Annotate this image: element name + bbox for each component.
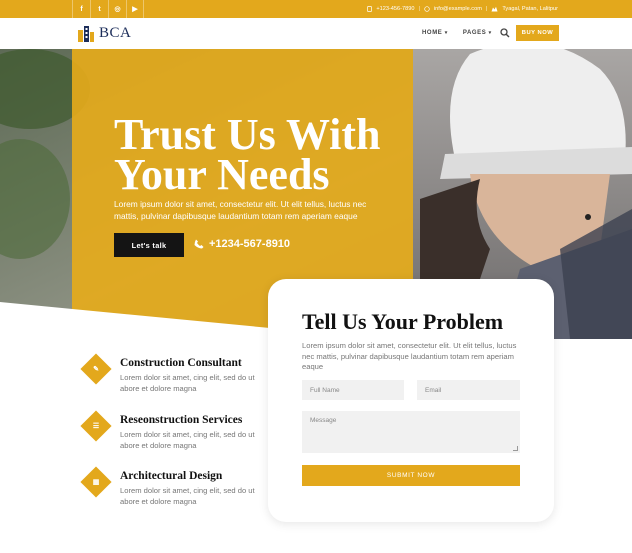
chevron-down-icon: ▾ [444, 30, 448, 36]
building-icon: ▦ [92, 479, 100, 486]
instagram-icon[interactable]: ◎ [108, 0, 126, 18]
logo-building-icon [78, 26, 94, 42]
service-title: Construction Consultant [120, 357, 242, 369]
nav-item-label: PAGES [462, 30, 487, 36]
nav-item-pages[interactable]: PAGES ▾ [463, 30, 492, 36]
form-text: Lorem ipsum dolor sit amet, consectetur … [302, 341, 517, 371]
nav-item-label: HOME [422, 30, 443, 36]
service-item[interactable]: ✎ Construction Consultant Lorem dolor si… [80, 353, 270, 399]
hero-phone[interactable]: +1234-567-8910 [194, 238, 290, 250]
topbar-phone[interactable]: +123-456-7890 [376, 6, 414, 12]
buy-now-button[interactable]: BUY NOW [516, 25, 559, 41]
topbar-email[interactable]: info@example.com [434, 6, 482, 12]
search-icon[interactable] [500, 28, 510, 38]
contact-form-card: Tell Us Your Problem Lorem ipsum dolor s… [268, 279, 554, 522]
email-input[interactable]: Email [417, 380, 520, 400]
chevron-down-icon: ▾ [488, 30, 492, 36]
nav-menu: HOME ▾ PAGES ▾ [422, 30, 492, 36]
logo[interactable]: BCA [76, 25, 131, 42]
nav-item-home[interactable]: HOME ▾ [422, 30, 448, 36]
divider: | [485, 6, 488, 12]
hero-phone-number: +1234-567-8910 [209, 238, 291, 250]
full-name-placeholder: Full Name [310, 386, 340, 394]
social-links: f t ◎ ▶ [72, 0, 144, 18]
facebook-icon[interactable]: f [72, 0, 90, 18]
hero-title: Trust Us With Your Needs [114, 110, 404, 199]
map-icon [491, 6, 498, 12]
service-text: Lorem dolor sit amet, cing elit, sed do … [120, 430, 255, 450]
topbar-address: Tyagal, Patan, Lalitpur [502, 6, 558, 12]
handshake-icon: ✎ [93, 366, 99, 373]
service-title: Architectural Design [120, 470, 223, 482]
youtube-icon[interactable]: ▶ [126, 0, 144, 18]
email-placeholder: Email [425, 386, 442, 394]
phone-icon [367, 6, 373, 12]
lets-talk-button[interactable]: Let's talk [114, 233, 184, 257]
service-item[interactable]: ☰ Reseonstruction Services Lorem dolor s… [80, 410, 270, 456]
list-icon: ☰ [92, 423, 100, 430]
form-title: Tell Us Your Problem [302, 309, 504, 334]
hero-title-line: Your Needs [114, 150, 330, 199]
logo-text: BCA [99, 25, 132, 41]
divider: | [418, 6, 420, 12]
hero-text: Lorem ipsum dolor sit amet, consectetur … [114, 199, 367, 221]
full-name-input[interactable]: Full Name [302, 380, 404, 400]
message-placeholder: Message [310, 417, 337, 424]
resize-handle-icon[interactable] [513, 446, 518, 451]
submit-button[interactable]: SUBMIT NOW [302, 465, 520, 486]
service-title: Reseonstruction Services [120, 414, 243, 426]
top-bar: f t ◎ ▶ +123-456-7890 | info@example.com… [0, 0, 632, 18]
service-text: Lorem dolor sit amet, cing elit, sed do … [120, 373, 255, 393]
topbar-contact: +123-456-7890 | info@example.com | Tyaga… [367, 0, 558, 18]
chat-icon [424, 6, 430, 12]
message-textarea[interactable]: Message [302, 411, 520, 453]
twitter-icon[interactable]: t [90, 0, 108, 18]
phone-icon [194, 239, 204, 249]
service-text: Lorem dolor sit amet, cing elit, sed do … [120, 486, 255, 506]
hero-title-line: Trust Us With [114, 110, 381, 159]
service-item[interactable]: ▦ Architectural Design Lorem dolor sit a… [80, 466, 270, 512]
